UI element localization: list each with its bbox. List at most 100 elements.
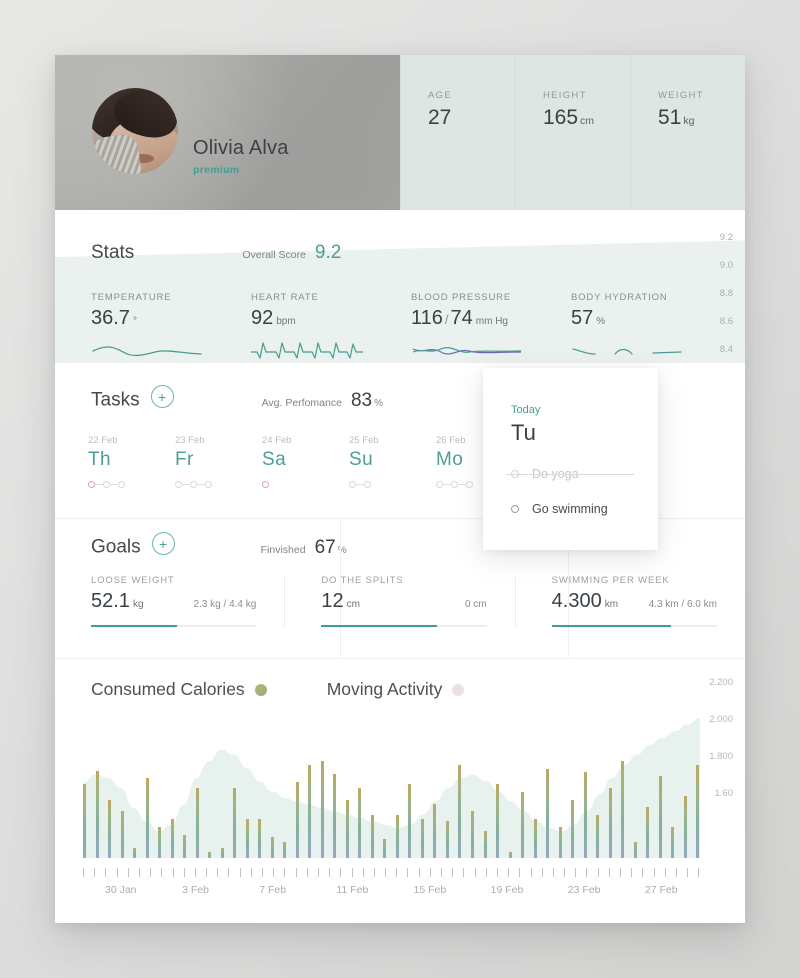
chart-bar: [245, 819, 249, 858]
chart-x-label: 30 Jan: [105, 884, 137, 896]
chart-y-tick: 2.200: [709, 677, 733, 688]
chart-x-tick: [441, 868, 442, 877]
add-task-button[interactable]: +: [150, 385, 174, 408]
chart-x-ticks: [83, 868, 700, 877]
task-dot-icon[interactable]: [88, 481, 95, 488]
tasks-day-abbr: Fr: [175, 449, 194, 470]
stat-body-hydration[interactable]: BODY HYDRATION 57%: [571, 292, 731, 362]
avg-performance-label: Avg. Perfomance: [261, 396, 342, 409]
chart-x-label: 19 Feb: [490, 884, 524, 896]
chart-bar: [408, 784, 412, 858]
chart-x-tick: [620, 868, 621, 877]
chart-x-tick: [642, 868, 644, 877]
popup-task-item[interactable]: Do yoga: [506, 467, 658, 481]
vital-age-value: 27: [428, 106, 452, 129]
tasks-day-column[interactable]: 23 Feb Fr: [175, 435, 262, 488]
popup-today-label: Today: [511, 404, 541, 416]
legend-consumed-calories-label: Consumed Calories: [91, 679, 245, 699]
chart-x-tick: [429, 868, 431, 877]
chart-bar: [133, 848, 137, 858]
chart-bar: [183, 834, 187, 858]
chart-bar: [508, 852, 512, 858]
legend-moving-activity-swatch-icon: [452, 683, 465, 696]
chart-x-tick: [183, 868, 185, 877]
consumed-calories-bars: [83, 678, 700, 858]
tasks-day-column[interactable]: 25 Feb Su: [349, 435, 436, 488]
chart-bar: [470, 811, 474, 858]
vital-age: AGE 27: [400, 55, 515, 210]
vital-age-label: AGE: [428, 90, 452, 101]
tasks-day-column[interactable]: 22 Feb Th: [88, 435, 175, 488]
chart-x-label: 3 Feb: [182, 884, 209, 896]
chart-x-tick: [485, 868, 487, 877]
profile-name-block: Olivia Alva premium: [193, 137, 289, 176]
task-dot-icon[interactable]: [190, 481, 197, 488]
task-dot-icon[interactable]: [175, 481, 182, 488]
avg-performance-value: 83: [350, 389, 373, 411]
task-dot-icon[interactable]: [103, 481, 110, 488]
tasks-day-column[interactable]: 24 Feb Sa: [262, 435, 349, 488]
stat-heart-rate[interactable]: HEART RATE 92 bpm: [251, 292, 411, 362]
chart-bar: [195, 788, 199, 858]
stat-heart-rate-value: 92 bpm: [251, 307, 296, 329]
tasks-day-dots: [262, 481, 349, 488]
task-dot-icon[interactable]: [262, 481, 269, 488]
tasks-day-dots: [349, 481, 436, 488]
chart-y-tick: 1.800: [709, 751, 733, 762]
tasks-day-abbr: Sa: [262, 449, 287, 470]
chart-bar: [533, 819, 537, 858]
legend-moving-activity[interactable]: Moving Activity: [327, 679, 465, 700]
chart-bar: [458, 764, 462, 858]
vital-height-value: 165 cm: [543, 106, 595, 129]
stat-blood-pressure[interactable]: BLOOD PRESSURE 116/74 mm Hg: [411, 292, 571, 362]
chart-bar: [395, 815, 399, 858]
chart-x-tick: [631, 868, 633, 877]
stat-body-hydration-sparkline: [571, 340, 731, 362]
task-dot-connector: [443, 484, 451, 485]
tasks-day-dots: [88, 481, 175, 488]
chart-x-label: 7 Feb: [259, 884, 287, 896]
task-dot-icon[interactable]: [436, 481, 443, 488]
chart-bar: [571, 799, 575, 858]
chart-x-tick: [161, 868, 163, 877]
goal-loose-weight-label: LOOSE WEIGHT: [91, 575, 175, 586]
chart-x-tick: [317, 868, 319, 877]
popup-day-abbr: Tu: [511, 420, 536, 445]
task-checkbox-icon[interactable]: [511, 505, 519, 513]
goal-do-the-splits-sub: 0 cm: [464, 599, 487, 610]
task-dot-connector: [197, 484, 205, 485]
stat-temperature[interactable]: TEMPERATURE 36.7 °: [91, 292, 251, 362]
vital-weight: WEIGHT 51 kg: [630, 55, 745, 210]
task-dot-icon[interactable]: [364, 481, 371, 488]
popup-task-label: Go swimming: [532, 502, 608, 516]
chart-bar: [145, 778, 149, 858]
avatar[interactable]: [92, 88, 178, 174]
task-dot-icon[interactable]: [118, 481, 125, 488]
task-dot-icon[interactable]: [205, 481, 212, 488]
stat-body-hydration-value: 57%: [571, 307, 606, 329]
chart-bar: [696, 764, 700, 858]
stat-heart-rate-label: HEART RATE: [251, 292, 319, 303]
tasks-day-date: 25 Feb: [349, 435, 379, 446]
chart-bar: [170, 819, 174, 858]
chart-legend: Consumed Calories Moving Activity: [91, 679, 465, 700]
chart-x-tick: [564, 868, 566, 877]
chart-bar: [383, 838, 387, 858]
legend-consumed-calories[interactable]: Consumed Calories: [91, 679, 267, 700]
chart-bar: [220, 848, 224, 858]
profile-hero: Olivia Alva premium: [55, 55, 400, 210]
task-dot-icon[interactable]: [451, 481, 458, 488]
goal-loose-weight[interactable]: LOOSE WEIGHT 52.1 kg 2.3 kg / 4.4 kg: [55, 575, 284, 627]
popup-task-item[interactable]: Go swimming: [511, 502, 658, 516]
chart-y-tick: 1.60: [714, 788, 734, 799]
goal-swimming-per-week[interactable]: SWIMMING PER WEEK 4.300 km 4.3 km / 6.0 k…: [514, 575, 745, 627]
task-dot-icon[interactable]: [466, 481, 473, 488]
task-dot-icon[interactable]: [349, 481, 356, 488]
stats-section: Stats Overall Score 9.2 TEMPERATURE 36.7…: [55, 210, 745, 362]
add-goal-button[interactable]: +: [151, 532, 175, 555]
task-dot-connector: [95, 484, 103, 485]
goal-do-the-splits[interactable]: DO THE SPLITS 12 cm 0 cm: [284, 575, 514, 627]
chart-x-labels: 30 Jan 3 Feb 7 Feb 11 Feb 15 Feb 19 Feb 23 Feb…: [83, 884, 700, 896]
chart-x-tick: [675, 868, 677, 877]
chart-x-tick: [284, 868, 286, 877]
